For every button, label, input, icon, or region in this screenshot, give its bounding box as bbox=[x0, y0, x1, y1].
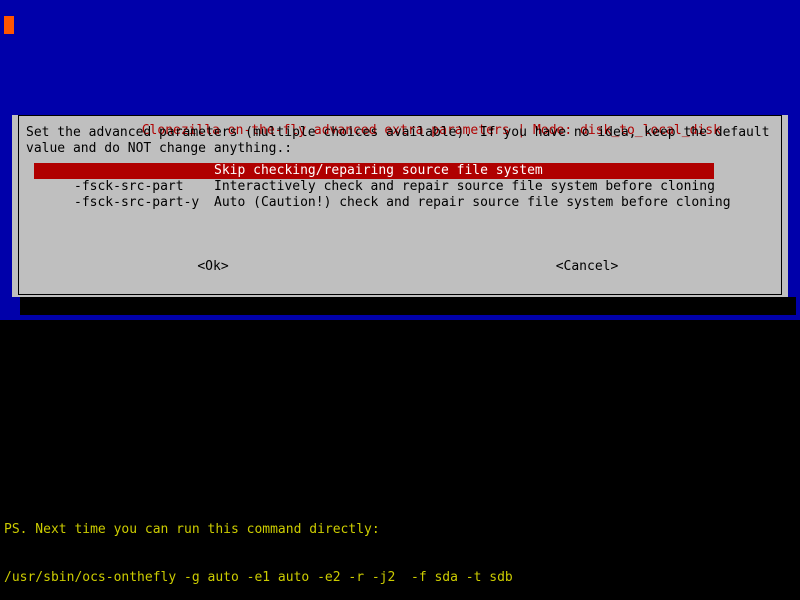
menu-item-desc: Auto (Caution!) check and repair source … bbox=[214, 195, 731, 211]
screen: Clonezilla on-the-fly advanced extra par… bbox=[0, 0, 800, 600]
dialog-instructions: Set the advanced parameters (multiple ch… bbox=[26, 125, 774, 157]
ok-button[interactable]: <Ok> bbox=[26, 259, 400, 275]
menu-item-option: -fsck-src-part-y bbox=[74, 195, 214, 211]
terminal-output: PS. Next time you can run this command d… bbox=[0, 490, 800, 600]
text-cursor bbox=[4, 16, 14, 34]
menu-item-fsck-src-part-y[interactable]: -fsck-src-part-y Auto (Caution!) check a… bbox=[34, 195, 774, 211]
menu: Skip checking/repairing source file syst… bbox=[26, 163, 774, 211]
menu-item-option: -fsck-src-part bbox=[74, 179, 214, 195]
menu-item-fsck-src-part[interactable]: -fsck-src-part Interactively check and r… bbox=[34, 179, 774, 195]
dialog: Clonezilla on-the-fly advanced extra par… bbox=[12, 115, 788, 297]
dialog-body: Set the advanced parameters (multiple ch… bbox=[26, 125, 774, 287]
dialog-shadow bbox=[20, 297, 796, 315]
cancel-button[interactable]: <Cancel> bbox=[400, 259, 774, 275]
menu-item-skip-fsck[interactable]: Skip checking/repairing source file syst… bbox=[34, 163, 714, 179]
dialog-buttons: <Ok> <Cancel> bbox=[26, 259, 774, 275]
menu-item-desc: Interactively check and repair source fi… bbox=[214, 179, 715, 195]
blue-background: Clonezilla on-the-fly advanced extra par… bbox=[0, 0, 800, 320]
menu-item-desc: Skip checking/repairing source file syst… bbox=[214, 163, 543, 179]
terminal-line-ps: PS. Next time you can run this command d… bbox=[4, 522, 796, 538]
terminal-line-cmd: /usr/sbin/ocs-onthefly -g auto -e1 auto … bbox=[4, 570, 796, 586]
